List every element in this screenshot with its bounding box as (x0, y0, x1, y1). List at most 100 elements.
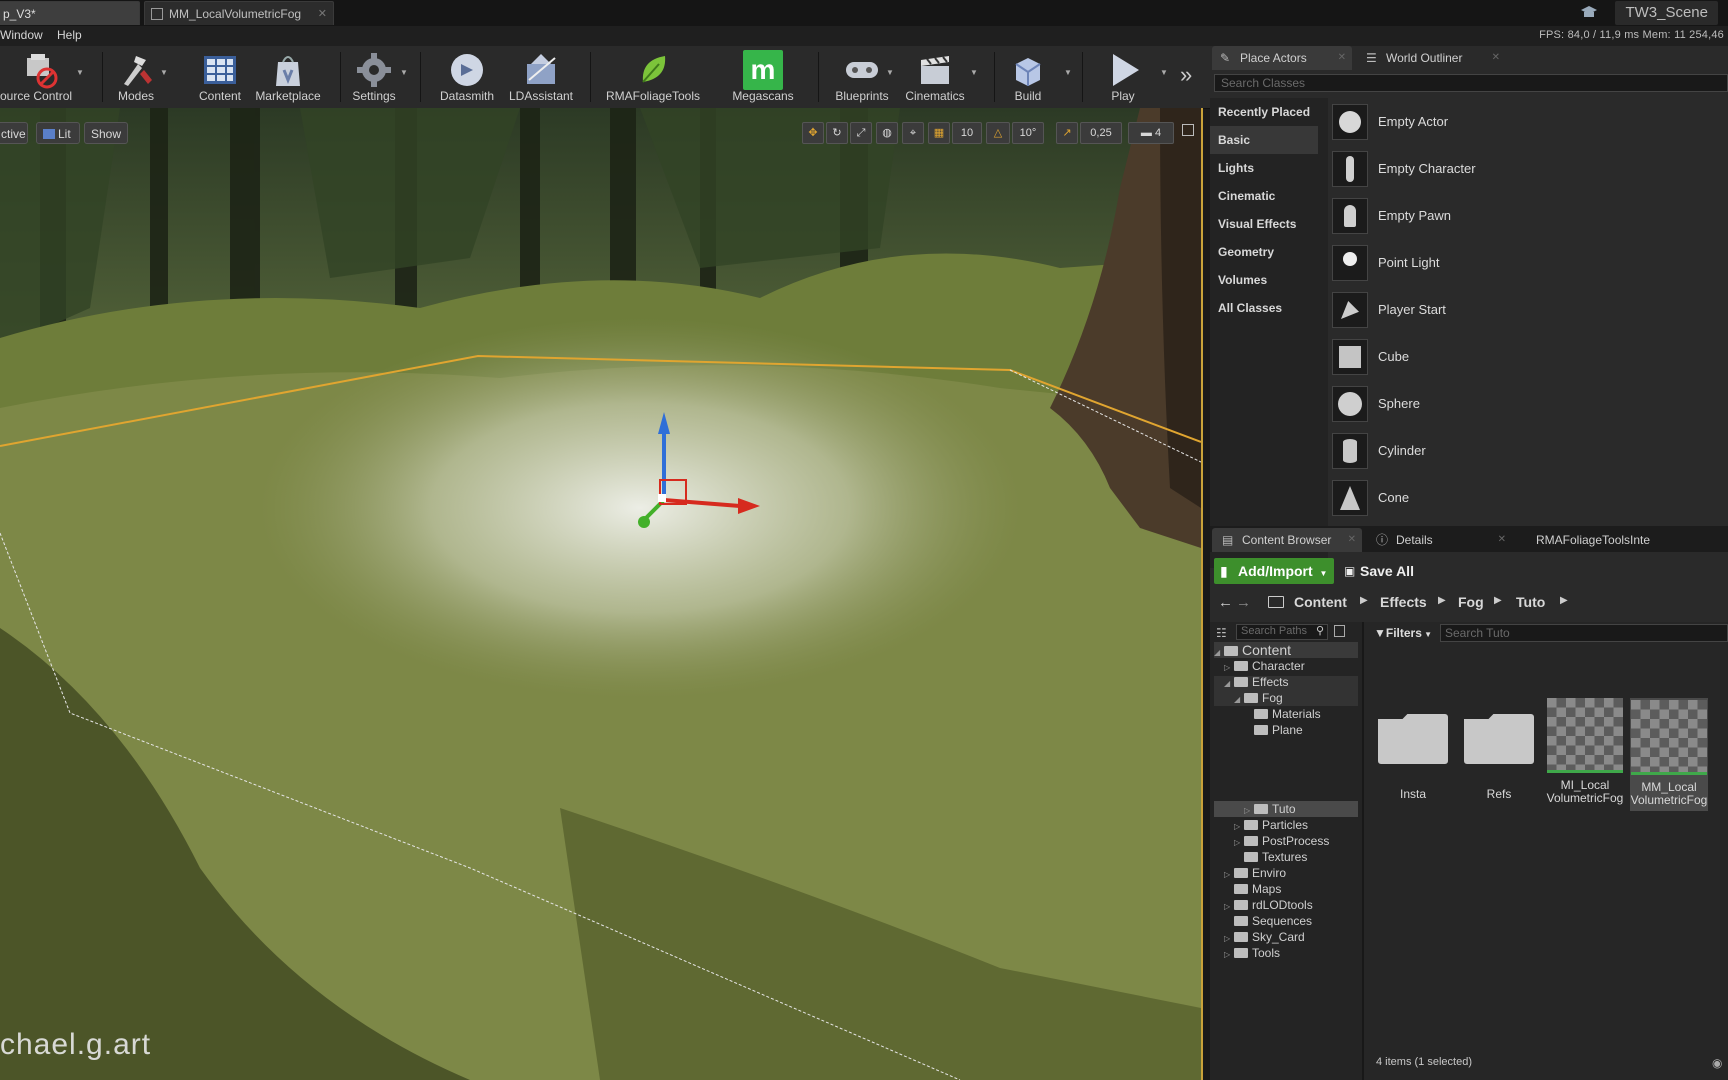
chevron-right-icon[interactable]: ▶ (1494, 595, 1502, 606)
actor-cone[interactable]: Cone (1330, 476, 1728, 520)
category-lights[interactable]: Lights (1210, 154, 1318, 182)
ldassistant-button[interactable]: LDAssistant (504, 46, 578, 106)
tree-item-maps[interactable]: Maps (1224, 881, 1281, 897)
asset-folder-refs[interactable]: Refs (1460, 702, 1538, 801)
content-button[interactable]: Content (190, 46, 250, 106)
actor-player-start[interactable]: Player Start (1330, 288, 1728, 332)
world-space-icon[interactable]: ◍ (876, 122, 898, 144)
actor-sphere[interactable]: Sphere (1330, 382, 1728, 426)
viewport-mode-button[interactable]: ctive (0, 122, 28, 144)
scale-snap-icon[interactable]: ↗ (1056, 122, 1078, 144)
chevron-right-icon[interactable]: ▶ (1360, 595, 1368, 606)
add-import-button[interactable]: ▮ Add/Import ▼ (1214, 558, 1334, 584)
menu-window[interactable]: Window (0, 28, 43, 42)
datasmith-button[interactable]: Datasmith (432, 46, 502, 106)
close-icon[interactable]: ✕ (1492, 46, 1500, 70)
build-button[interactable]: ▼ Build (1000, 46, 1072, 106)
tree-item-rdlodtools[interactable]: ▷ rdLODtools (1224, 897, 1313, 913)
tree-item-character[interactable]: ▷ Character (1224, 658, 1305, 674)
scale-snap-value[interactable]: 0,25 (1080, 122, 1122, 144)
asset-folder-insta[interactable]: Insta (1374, 702, 1452, 801)
actor-empty-actor[interactable]: Empty Actor (1330, 100, 1728, 144)
breadcrumb-effects[interactable]: Effects (1380, 594, 1427, 610)
forward-arrow-icon[interactable]: → (1236, 594, 1251, 611)
marketplace-button[interactable]: Marketplace (252, 46, 324, 106)
search-assets-input[interactable]: Search Tuto (1440, 624, 1728, 642)
actor-empty-character[interactable]: Empty Character (1330, 147, 1728, 191)
camera-speed-button[interactable]: ▬ 4 (1128, 122, 1174, 144)
toolbar-overflow-icon[interactable]: » (1180, 62, 1192, 88)
rmafoliagetools-button[interactable]: RMAFoliageTools (598, 46, 708, 106)
tab-details[interactable]: ⓘ Details ✕ (1366, 528, 1512, 552)
category-cinematic[interactable]: Cinematic (1210, 182, 1318, 210)
chevron-right-icon[interactable]: ▶ (1438, 595, 1446, 606)
rotate-tool-icon[interactable]: ↻ (826, 122, 848, 144)
breadcrumb-tuto[interactable]: Tuto (1516, 594, 1545, 610)
tab-level[interactable]: p_V3* (0, 1, 140, 25)
tree-item-content[interactable]: ◢ Content (1214, 642, 1291, 658)
tree-item-postprocess[interactable]: ▷ PostProcess (1234, 833, 1329, 849)
category-all-classes[interactable]: All Classes (1210, 294, 1318, 322)
close-icon[interactable]: ✕ (318, 2, 327, 26)
tree-item-plane[interactable]: Plane (1244, 722, 1303, 738)
tree-item-enviro[interactable]: ▷ Enviro (1224, 865, 1286, 881)
filters-button[interactable]: ▼Filters ▼ (1374, 624, 1434, 642)
tree-item-tools[interactable]: ▷ Tools (1224, 945, 1280, 961)
actor-cube[interactable]: Cube (1330, 335, 1728, 379)
grid-snap-value[interactable]: 10 (952, 122, 982, 144)
close-icon[interactable]: ✕ (1338, 46, 1346, 70)
cinematics-button[interactable]: ▼ Cinematics (898, 46, 978, 106)
close-icon[interactable]: ✕ (1348, 528, 1356, 552)
category-basic[interactable]: Basic (1210, 126, 1318, 154)
close-icon[interactable]: ✕ (1498, 528, 1506, 552)
tree-item-textures[interactable]: Textures (1234, 849, 1307, 865)
source-control-button[interactable]: ▼ ource Control (0, 46, 84, 106)
category-visual-effects[interactable]: Visual Effects (1210, 210, 1318, 238)
settings-button[interactable]: ▼ Settings (346, 46, 408, 106)
grid-snap-icon[interactable]: ▦ (928, 122, 950, 144)
scale-tool-icon[interactable]: ⤢ (850, 122, 872, 144)
breadcrumb-fog[interactable]: Fog (1458, 594, 1484, 610)
tab-content-browser[interactable]: ▤ Content Browser ✕ (1212, 528, 1362, 552)
chevron-right-icon[interactable]: ▶ (1560, 595, 1568, 606)
lit-button[interactable]: Lit (36, 122, 80, 144)
rotation-snap-value[interactable]: 10° (1012, 122, 1044, 144)
category-geometry[interactable]: Geometry (1210, 238, 1318, 266)
eye-icon[interactable]: ◉ (1712, 1056, 1722, 1070)
tree-item-materials[interactable]: Materials (1244, 706, 1321, 722)
tree-item-particles[interactable]: ▷ Particles (1234, 817, 1308, 833)
blueprints-button[interactable]: ▼ Blueprints (822, 46, 902, 106)
tab-rma-foliage-tools[interactable]: RMAFoliageToolsInte (1528, 528, 1728, 552)
tree-item-tuto[interactable]: ▷ Tuto (1244, 801, 1296, 817)
breadcrumb-content[interactable]: Content (1294, 594, 1347, 610)
actor-point-light[interactable]: Point Light (1330, 241, 1728, 285)
level-viewport[interactable]: ctive Lit Show ✥ ↻ ⤢ ◍ ⌖ ▦ 10 △ 10° ↗ 0,… (0, 108, 1203, 1080)
show-button[interactable]: Show (84, 122, 128, 144)
category-recently-placed[interactable]: Recently Placed (1210, 98, 1318, 126)
asset-mi-local-volumetric-fog[interactable]: MI_Local VolumetricFog (1546, 698, 1624, 805)
search-paths-input[interactable]: Search Paths ⚲ (1236, 624, 1328, 640)
menu-help[interactable]: Help (57, 28, 82, 42)
tree-item-sky-card[interactable]: ▷ Sky_Card (1224, 929, 1305, 945)
actor-empty-pawn[interactable]: Empty Pawn (1330, 194, 1728, 238)
actor-cylinder[interactable]: Cylinder (1330, 429, 1728, 473)
rotation-snap-icon[interactable]: △ (986, 122, 1010, 144)
play-button[interactable]: ▼ Play (1090, 46, 1168, 106)
megascans-button[interactable]: m Megascans (724, 46, 802, 106)
back-arrow-icon[interactable]: ← (1218, 594, 1233, 611)
tree-item-fog[interactable]: ◢ Fog (1234, 690, 1283, 706)
tab-world-outliner[interactable]: ☰ World Outliner ✕ (1356, 46, 1506, 70)
view-options-icon[interactable] (1334, 625, 1345, 637)
category-volumes[interactable]: Volumes (1210, 266, 1318, 294)
maximize-viewport-icon[interactable] (1182, 124, 1194, 136)
translate-tool-icon[interactable]: ✥ (802, 122, 824, 144)
tree-item-effects[interactable]: ◢ Effects (1224, 674, 1288, 690)
save-all-button[interactable]: ▣ Save All (1342, 558, 1422, 584)
tab-material[interactable]: MM_LocalVolumetricFog ✕ (144, 1, 334, 25)
surface-snap-icon[interactable]: ⌖ (902, 122, 924, 144)
graduation-cap-icon[interactable] (1580, 4, 1598, 20)
search-classes-input[interactable]: Search Classes (1214, 74, 1728, 92)
asset-mm-local-volumetric-fog[interactable]: MM_Local VolumetricFog (1630, 698, 1708, 811)
tree-item-sequences[interactable]: Sequences (1224, 913, 1312, 929)
toggle-sources-icon[interactable]: ☷ (1216, 626, 1227, 640)
